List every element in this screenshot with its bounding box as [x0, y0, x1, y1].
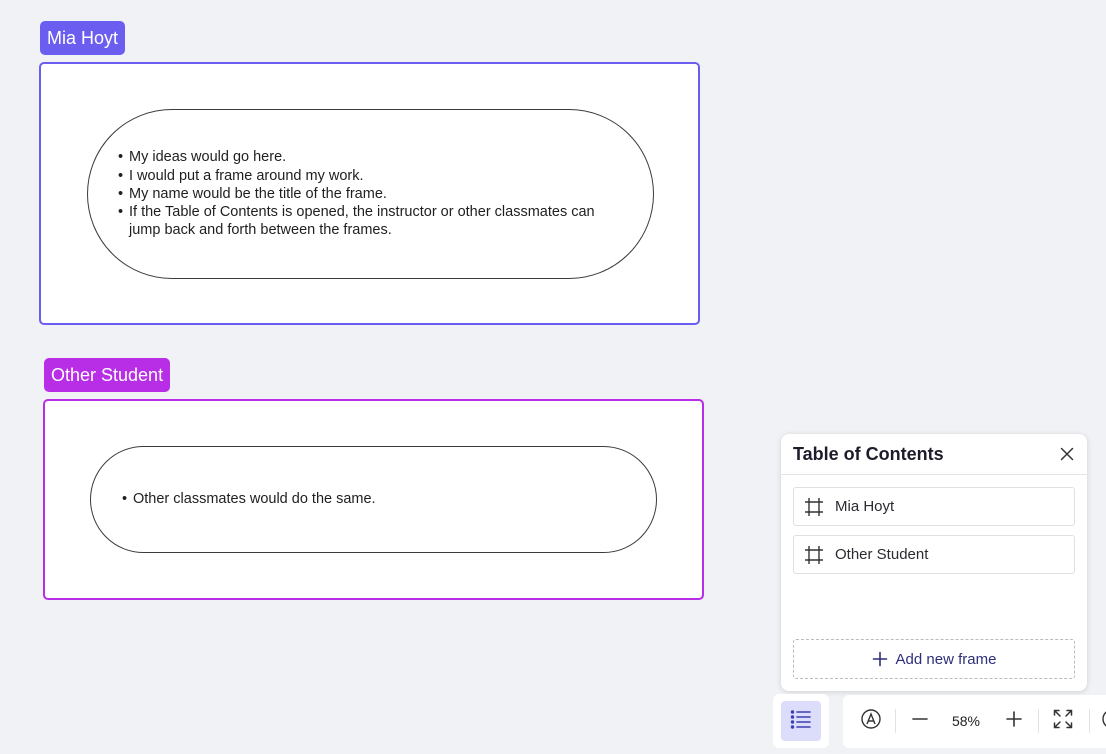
list-item: I would put a frame around my work.: [118, 167, 629, 186]
style-button[interactable]: [858, 708, 884, 734]
toc-header: Table of Contents: [781, 434, 1087, 475]
help-icon: [1101, 708, 1106, 735]
pen-circle-icon: [860, 708, 882, 735]
list-item: If the Table of Contents is opened, the …: [118, 203, 629, 240]
plus-icon: [872, 651, 888, 667]
zoom-level[interactable]: 58%: [949, 713, 983, 729]
zoom-toolbar: 58%: [843, 695, 1106, 748]
more-button[interactable]: [1099, 708, 1106, 734]
bullet-list: Other classmates would do the same.: [122, 490, 376, 509]
fit-to-screen-button[interactable]: [1050, 708, 1076, 734]
list-item: My ideas would go here.: [118, 148, 629, 167]
add-new-frame-label: Add new frame: [895, 650, 997, 668]
zoom-out-button[interactable]: [907, 708, 933, 734]
close-icon[interactable]: [1057, 444, 1077, 464]
table-of-contents-panel: Table of Contents Mia Hoyt Other Student: [781, 434, 1087, 691]
idea-shape[interactable]: Other classmates would do the same.: [90, 446, 657, 553]
list-item: Other classmates would do the same.: [122, 490, 376, 509]
frame-title-other-student[interactable]: Other Student: [44, 358, 171, 392]
toolbar-divider: [895, 709, 896, 733]
zoom-in-button[interactable]: [1001, 708, 1027, 734]
add-new-frame-button[interactable]: Add new frame: [793, 639, 1075, 679]
list-item: My name would be the title of the frame.: [118, 185, 629, 204]
toc-item-label: Mia Hoyt: [835, 498, 895, 515]
frame-other-student[interactable]: Other classmates would do the same.: [43, 399, 704, 600]
plus-icon: [1005, 710, 1023, 733]
fit-screen-icon: [1053, 709, 1073, 734]
frame-icon: [804, 545, 824, 565]
frame-title-mia-hoyt[interactable]: Mia Hoyt: [40, 21, 126, 55]
toc-item-other-student[interactable]: Other Student: [793, 535, 1075, 574]
bullet-list: My ideas would go here. I would put a fr…: [118, 148, 629, 239]
toc-toggle-container: [773, 694, 829, 748]
toc-toggle-button[interactable]: [781, 701, 821, 741]
toolbar-divider: [1089, 709, 1090, 733]
frame-icon: [804, 497, 824, 517]
idea-shape[interactable]: My ideas would go here. I would put a fr…: [87, 109, 654, 279]
minus-icon: [911, 710, 929, 733]
list-icon: [790, 709, 812, 734]
toolbar-divider: [1038, 709, 1039, 733]
frame-mia-hoyt[interactable]: My ideas would go here. I would put a fr…: [39, 62, 700, 325]
toc-item-label: Other Student: [835, 546, 929, 563]
toc-title: Table of Contents: [793, 444, 944, 464]
toc-item-mia-hoyt[interactable]: Mia Hoyt: [793, 487, 1075, 526]
